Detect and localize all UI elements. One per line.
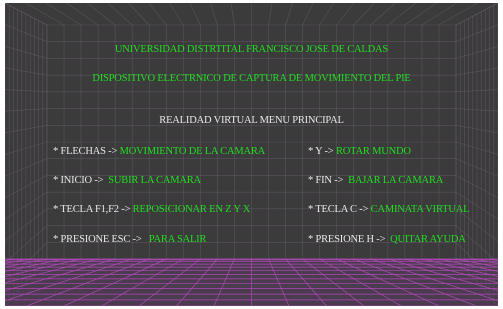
menu-key: * PRESIONE ESC -> [53,234,142,245]
menu-key: * TECLA F1,F2 -> [53,204,131,215]
menu-action: REPOSICIONAR EN Z Y X [132,204,251,215]
menu-item-h: * PRESIONE H -> QUITAR AYUDA [308,234,466,246]
menu-item-f1-f2: * TECLA F1,F2 -> REPOSICIONAR EN Z Y X [53,204,250,216]
menu-key: * INICIO -> [53,175,104,186]
menu-item-c: * TECLA C -> CAMINATA VIRTUAL [308,204,470,216]
menu-key: * FIN -> [308,175,344,186]
menu-action: CAMINATA VIRTUAL [370,204,470,215]
menu-key: * TECLA C -> [308,204,369,215]
virtual-reality-scene: UNIVERSIDAD DISTRTITAL FRANCISCO JOSE DE… [5,3,498,306]
university-title: UNIVERSIDAD DISTRTITAL FRANCISCO JOSE DE… [114,44,389,55]
device-subtitle: DISPOSITIVO ELECTRNICO DE CAPTURA DE MOV… [92,73,411,84]
menu-action: PARA SALIR [148,234,207,245]
menu-item-end: * FIN -> BAJAR LA CAMARA [308,175,443,187]
menu-action: MOVIMIENTO DE LA CAMARA [119,146,266,157]
menu-action: QUITAR AYUDA [390,234,466,245]
menu-key: * PRESIONE H -> [308,234,386,245]
menu-action: BAJAR LA CAMARA [348,175,444,186]
main-menu-title: REALIDAD VIRTUAL MENU PRINCIPAL [159,115,344,126]
menu-item-arrows: * FLECHAS -> MOVIMIENTO DE LA CAMARA [53,146,265,158]
menu-item-esc: * PRESIONE ESC -> PARA SALIR [53,234,206,246]
menu-action: ROTAR MUNDO [335,146,411,157]
menu-item-y: * Y -> ROTAR MUNDO [308,146,411,158]
menu-action: SUBIR LA CAMARA [108,175,201,186]
menu-key: * FLECHAS -> [53,146,118,157]
menu-item-home: * INICIO -> SUBIR LA CAMARA [53,175,201,187]
menu-key: * Y -> [308,146,334,157]
